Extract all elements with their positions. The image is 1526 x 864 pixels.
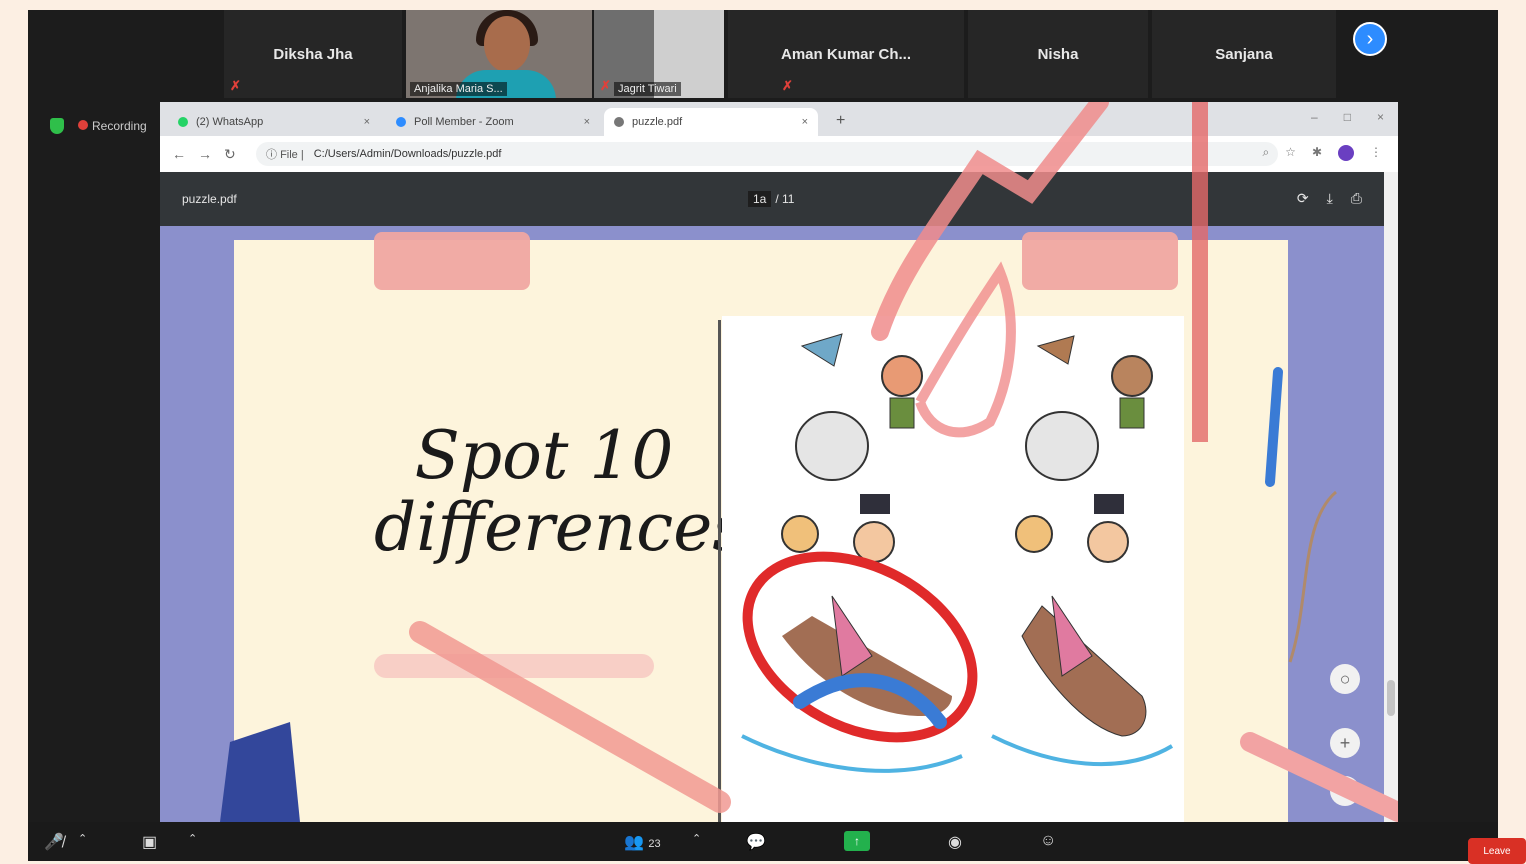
chevron-down-icon[interactable]: ⌃ <box>78 832 87 845</box>
zoom-out-button[interactable]: − <box>1330 776 1360 806</box>
chevron-down-icon[interactable]: ⌃ <box>188 832 197 845</box>
toolbar-icons: ⌕ ☆ ✱ ⋮ <box>1262 145 1382 161</box>
puzzle-image <box>722 316 1184 822</box>
address-bar: ← → ↻ ⓘ File | C:/Users/Admin/Downloads/… <box>160 136 1398 172</box>
mic-muted-icon[interactable]: 🎤̸ <box>44 832 64 852</box>
participant-tile[interactable]: Anjalika Maria S... <box>406 10 592 98</box>
participant-tile[interactable]: Jagrit Tiwari ✗ <box>594 10 724 98</box>
right-boat-scene <box>991 335 1174 767</box>
participants-icon: 👥 <box>624 834 644 851</box>
participant-tile[interactable]: Sanjana <box>1152 10 1336 98</box>
tab-label: (2) WhatsApp <box>196 116 264 128</box>
page-number-input[interactable]: 1a <box>748 191 772 207</box>
scrollbar-thumb[interactable] <box>1387 680 1395 716</box>
new-tab-button[interactable]: + <box>836 112 845 130</box>
maximize-icon[interactable]: □ <box>1344 110 1351 124</box>
participant-count: 23 <box>648 838 661 850</box>
recording-status: Recording <box>78 119 147 133</box>
chevron-down-icon[interactable]: ⌃ <box>692 832 701 845</box>
shield-icon <box>50 118 64 134</box>
boat-illustration <box>741 333 1174 773</box>
meeting-toolbar: 🎤̸ ⌃ ▣ ⌃ 👥 23 ⌃ 💬 ↑ ◉ ☺ Leave <box>28 822 1526 864</box>
rotate-icon[interactable]: ⟳ <box>1297 190 1309 207</box>
extensions-icon[interactable]: ✱ <box>1312 145 1322 161</box>
print-icon[interactable]: ⎙ <box>1351 190 1362 207</box>
mic-muted-icon: ✗ <box>782 78 793 93</box>
whatsapp-icon <box>178 117 188 127</box>
window-controls: – □ × <box>1311 110 1384 124</box>
tab-zoom[interactable]: Poll Member - Zoom × <box>386 108 600 136</box>
close-icon[interactable]: × <box>584 116 590 128</box>
leave-button[interactable]: Leave <box>1468 838 1526 864</box>
participant-tile[interactable]: Aman Kumar Ch... ✗ <box>728 10 964 98</box>
participants-button[interactable]: 👥 23 <box>624 832 661 852</box>
star-icon[interactable]: ☆ <box>1285 145 1296 161</box>
close-icon[interactable]: × <box>364 116 370 128</box>
shared-browser-window: (2) WhatsApp × Poll Member - Zoom × puzz… <box>160 102 1398 822</box>
decorative-brush <box>374 654 654 678</box>
decorative-tape <box>374 232 530 290</box>
participant-tile[interactable]: Nisha <box>968 10 1148 98</box>
pdf-filename: puzzle.pdf <box>182 192 237 206</box>
fit-page-button[interactable]: ○ <box>1330 664 1360 694</box>
participant-name: Aman Kumar Ch... <box>780 45 912 63</box>
pdf-page: Spot 10 differences <box>234 232 1288 822</box>
recording-indicator: Recording <box>50 118 147 134</box>
close-icon[interactable]: × <box>802 116 808 128</box>
mic-muted-icon: ✗ <box>600 78 611 93</box>
pdf-toolbar: puzzle.pdf 1a/ 11 ⟳ ⤓ ⎙ <box>160 172 1384 226</box>
next-arrow-icon[interactable]: › <box>1353 22 1387 56</box>
participant-name: Nisha <box>1037 45 1079 63</box>
participant-face <box>484 16 530 72</box>
url-field[interactable]: ⓘ File | C:/Users/Admin/Downloads/puzzle… <box>256 142 1278 166</box>
mic-muted-icon: ✗ <box>230 78 241 93</box>
page-total: / 11 <box>775 192 795 206</box>
minimize-icon[interactable]: – <box>1311 110 1318 124</box>
zoom-window: Diksha Jha ✗ Anjalika Maria S... Jagrit … <box>28 10 1526 864</box>
scrollbar[interactable] <box>1384 172 1398 822</box>
participant-name: Anjalika Maria S... <box>410 82 507 96</box>
participant-name: Jagrit Tiwari <box>614 82 681 96</box>
globe-icon <box>614 117 624 127</box>
tab-strip: (2) WhatsApp × Poll Member - Zoom × puzz… <box>160 102 1398 136</box>
tab-whatsapp[interactable]: (2) WhatsApp × <box>168 108 380 136</box>
file-chip: ⓘ File | <box>266 149 304 161</box>
video-off-icon[interactable]: ▣ <box>142 832 157 852</box>
left-boat-scene <box>741 333 963 773</box>
zoom-icon <box>396 117 406 127</box>
forward-icon[interactable]: → <box>198 146 212 162</box>
share-screen-icon[interactable]: ↑ <box>844 831 870 851</box>
menu-icon[interactable]: ⋮ <box>1370 145 1382 161</box>
url-scheme: File <box>280 149 298 161</box>
divider-line <box>718 320 721 822</box>
record-icon[interactable]: ◉ <box>948 832 962 852</box>
avatar[interactable] <box>1338 145 1354 161</box>
reactions-icon[interactable]: ☺ <box>1040 832 1056 850</box>
close-window-icon[interactable]: × <box>1377 110 1384 124</box>
page-title: Spot 10 differences <box>374 417 747 566</box>
participant-tile[interactable]: Diksha Jha ✗ <box>224 10 402 98</box>
participant-name: Sanjana <box>1215 45 1273 63</box>
page-indicator: 1a/ 11 <box>748 191 795 207</box>
back-icon[interactable]: ← <box>172 146 186 162</box>
decorative-tape <box>1022 232 1178 290</box>
recording-label: Recording <box>92 119 147 133</box>
tab-label: puzzle.pdf <box>632 116 683 128</box>
url-text: C:/Users/Admin/Downloads/puzzle.pdf <box>313 148 502 160</box>
tab-label: Poll Member - Zoom <box>414 116 514 128</box>
share-arrow-icon: ↑ <box>844 831 870 851</box>
record-icon <box>78 120 88 130</box>
download-icon[interactable]: ⤓ <box>1327 190 1333 207</box>
zoom-in-button[interactable]: + <box>1330 728 1360 758</box>
tab-puzzle-pdf[interactable]: puzzle.pdf × <box>604 108 818 136</box>
participant-name: Diksha Jha <box>273 45 353 63</box>
chat-icon[interactable]: 💬 <box>746 832 766 852</box>
pdf-actions: ⟳ ⤓ ⎙ <box>1297 190 1362 207</box>
zoom-lens-icon[interactable]: ⌕ <box>1262 145 1269 161</box>
reload-icon[interactable]: ↻ <box>224 146 236 163</box>
